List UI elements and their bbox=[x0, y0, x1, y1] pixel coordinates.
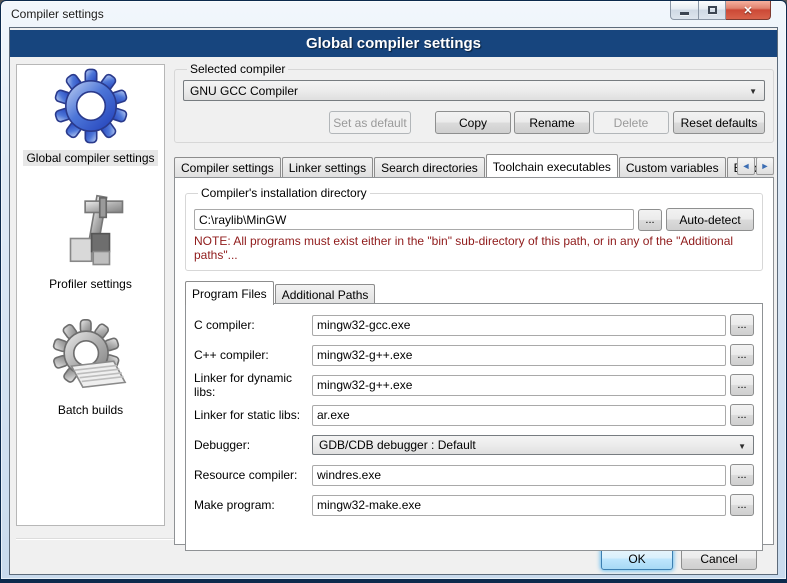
browse-button[interactable]: ... bbox=[730, 494, 754, 516]
installation-directory-group: Compiler's installation directory ... Au… bbox=[185, 186, 763, 271]
resource-compiler-input[interactable] bbox=[312, 465, 726, 486]
chevron-down-icon: ▼ bbox=[738, 442, 746, 451]
window-title: Compiler settings bbox=[11, 7, 104, 21]
blue-gear-icon bbox=[52, 67, 130, 145]
tab-linker-settings[interactable]: Linker settings bbox=[282, 157, 373, 177]
selected-compiler-group: Selected compiler GNU GCC Compiler ▼ Set… bbox=[174, 62, 774, 143]
tab-search-directories[interactable]: Search directories bbox=[374, 157, 485, 177]
browse-button[interactable]: ... bbox=[730, 404, 754, 426]
installation-directory-legend: Compiler's installation directory bbox=[198, 186, 370, 200]
rename-button[interactable]: Rename bbox=[514, 111, 590, 134]
installation-directory-row: ... Auto-detect bbox=[194, 208, 754, 231]
titlebar: Compiler settings ✕ bbox=[1, 1, 786, 27]
sidebar-item-label: Profiler settings bbox=[46, 276, 135, 292]
sidebar-item-profiler-settings[interactable]: Profiler settings bbox=[46, 193, 135, 292]
field-label: C compiler: bbox=[194, 318, 312, 332]
debugger-select-value: GDB/CDB debugger : Default bbox=[319, 438, 476, 452]
minimize-icon bbox=[680, 12, 689, 15]
tab-scroll-left-icon[interactable]: ◄ bbox=[737, 157, 755, 175]
make-program-input[interactable] bbox=[312, 495, 726, 516]
linker-dynamic-input[interactable] bbox=[312, 375, 726, 396]
linker-static-input[interactable] bbox=[312, 405, 726, 426]
compiler-select-value: GNU GCC Compiler bbox=[190, 84, 298, 98]
program-files-tabstrip: Program Files Additional Paths bbox=[185, 281, 763, 304]
field-label: Linker for static libs: bbox=[194, 408, 312, 422]
field-label: Resource compiler: bbox=[194, 468, 312, 482]
browse-button[interactable]: ... bbox=[730, 344, 754, 366]
toolchain-executables-panel: Compiler's installation directory ... Au… bbox=[174, 177, 774, 545]
page-title: Global compiler settings bbox=[10, 30, 777, 57]
sidebar-item-batch-builds[interactable]: Batch builds bbox=[52, 319, 130, 418]
reset-defaults-button[interactable]: Reset defaults bbox=[673, 111, 765, 134]
field-label: Linker for dynamic libs: bbox=[194, 371, 312, 399]
tab-program-files[interactable]: Program Files bbox=[185, 281, 274, 305]
installation-note: NOTE: All programs must exist either in … bbox=[194, 234, 754, 262]
field-row-linker-static: Linker for static libs: ... bbox=[194, 400, 754, 430]
tab-additional-paths[interactable]: Additional Paths bbox=[275, 284, 376, 304]
close-icon: ✕ bbox=[743, 4, 752, 17]
set-as-default-button: Set as default bbox=[329, 111, 411, 134]
compiler-select[interactable]: GNU GCC Compiler ▼ bbox=[183, 80, 765, 101]
sidebar: Global compiler settings bbox=[16, 64, 165, 526]
sidebar-item-label: Global compiler settings bbox=[23, 150, 157, 166]
settings-tabstrip: Compiler settings Linker settings Search… bbox=[174, 153, 774, 177]
browse-button[interactable]: ... bbox=[730, 314, 754, 336]
compiler-buttons-row: Set as default Copy Rename Delete Reset … bbox=[183, 111, 765, 134]
field-label: Make program: bbox=[194, 498, 312, 512]
field-label: Debugger: bbox=[194, 438, 312, 452]
field-row-linker-dynamic: Linker for dynamic libs: ... bbox=[194, 370, 754, 400]
installation-directory-input[interactable] bbox=[194, 209, 634, 230]
field-label: C++ compiler: bbox=[194, 348, 312, 362]
close-button[interactable]: ✕ bbox=[726, 1, 771, 20]
gray-gear-stack-icon bbox=[52, 319, 130, 397]
program-files-panel: C compiler: ... C++ compiler: ... Linker… bbox=[185, 303, 763, 551]
caliper-icon bbox=[51, 193, 129, 271]
copy-button[interactable]: Copy bbox=[435, 111, 511, 134]
field-row-make-program: Make program: ... bbox=[194, 490, 754, 520]
tab-custom-variables[interactable]: Custom variables bbox=[619, 157, 726, 177]
delete-button: Delete bbox=[593, 111, 669, 134]
field-row-debugger: Debugger: GDB/CDB debugger : Default ▼ bbox=[194, 430, 754, 460]
browse-button[interactable]: ... bbox=[730, 374, 754, 396]
chevron-down-icon: ▼ bbox=[749, 87, 757, 96]
window-controls: ✕ bbox=[670, 1, 771, 20]
field-row-resource-compiler: Resource compiler: ... bbox=[194, 460, 754, 490]
main-panel: Selected compiler GNU GCC Compiler ▼ Set… bbox=[174, 62, 774, 545]
compiler-settings-window: Compiler settings ✕ Global compiler sett… bbox=[0, 0, 787, 583]
field-row-c-compiler: C compiler: ... bbox=[194, 310, 754, 340]
tab-toolchain-executables[interactable]: Toolchain executables bbox=[486, 154, 618, 177]
selected-compiler-legend: Selected compiler bbox=[187, 62, 288, 76]
c-compiler-input[interactable] bbox=[312, 315, 726, 336]
field-row-cpp-compiler: C++ compiler: ... bbox=[194, 340, 754, 370]
sidebar-item-global-compiler-settings[interactable]: Global compiler settings bbox=[23, 67, 157, 166]
debugger-select[interactable]: GDB/CDB debugger : Default ▼ bbox=[312, 435, 754, 455]
tab-scroll-right-icon[interactable]: ► bbox=[756, 157, 774, 175]
dialog-client-area: Global compiler settings bbox=[9, 27, 778, 575]
browse-directory-button[interactable]: ... bbox=[638, 209, 662, 231]
tab-scroll-arrows: ◄ ► bbox=[736, 157, 774, 175]
minimize-button[interactable] bbox=[670, 1, 699, 20]
cpp-compiler-input[interactable] bbox=[312, 345, 726, 366]
auto-detect-button[interactable]: Auto-detect bbox=[666, 208, 754, 231]
tab-compiler-settings[interactable]: Compiler settings bbox=[174, 157, 281, 177]
maximize-button[interactable] bbox=[699, 1, 726, 20]
maximize-icon bbox=[708, 6, 717, 14]
sidebar-item-label: Batch builds bbox=[55, 402, 126, 418]
browse-button[interactable]: ... bbox=[730, 464, 754, 486]
